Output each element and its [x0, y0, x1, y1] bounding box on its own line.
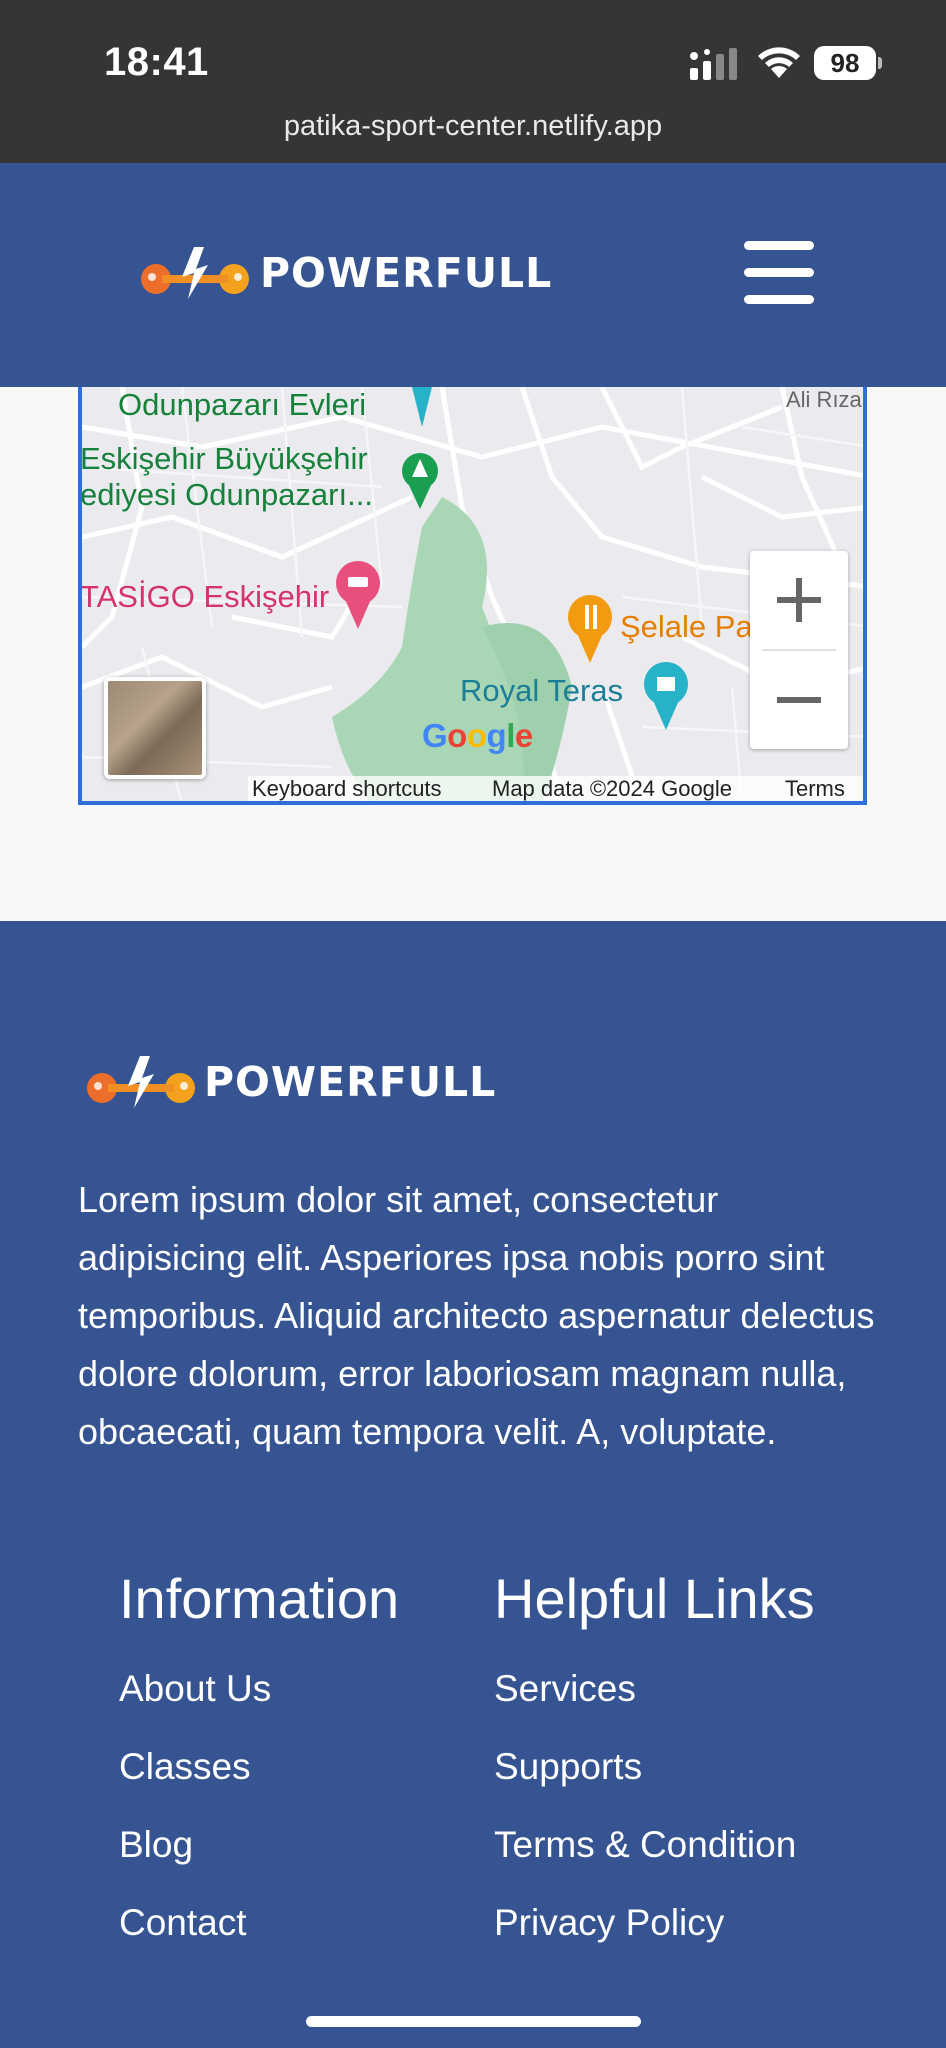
google-logo: Google [422, 717, 533, 754]
home-indicator[interactable] [306, 2016, 641, 2027]
footer-link-about-us[interactable]: About Us [119, 1667, 399, 1745]
footer-link-services[interactable]: Services [494, 1667, 815, 1745]
wifi-icon [758, 47, 800, 78]
site-footer: POWERFULL Lorem ipsum dolor sit amet, co… [0, 921, 946, 2048]
map-embed[interactable]: Odunpazarı Evleri Ali Rıza Eskişehir Büy… [78, 387, 867, 805]
header-brand-name: POWERFULL [260, 249, 553, 297]
footer-link-privacy[interactable]: Privacy Policy [494, 1901, 815, 1979]
footer-link-contact[interactable]: Contact [119, 1901, 399, 1979]
footer-logo[interactable]: POWERFULL [82, 1052, 496, 1112]
map-label-buyuksehir-1: Eskişehir Büyükşehir [80, 441, 368, 476]
footer-helpful-links-column: Helpful Links Services Supports Terms & … [494, 1571, 815, 1979]
map-label-ali-riza: Ali Rıza [786, 387, 862, 412]
logo-mark-icon [141, 247, 249, 299]
map-attribution: Keyboard shortcuts Map data ©2024 Google… [248, 776, 863, 801]
footer-link-classes[interactable]: Classes [119, 1745, 399, 1823]
helpful-links-heading: Helpful Links [494, 1567, 815, 1630]
satellite-toggle[interactable] [104, 677, 206, 779]
footer-logo-mark-icon [87, 1056, 195, 1108]
status-time: 18:41 [104, 40, 209, 84]
keyboard-shortcuts-link[interactable]: Keyboard shortcuts [252, 776, 442, 801]
zoom-in-button[interactable] [750, 551, 848, 649]
map-label-buyuksehir-2: ediyesi Odunpazarı... [80, 477, 373, 512]
map-label-royal-teras: Royal Teras [460, 673, 624, 708]
map-data-text: Map data ©2024 Google [492, 776, 733, 801]
footer-link-blog[interactable]: Blog [119, 1823, 399, 1901]
map-label-tasigo: TASİGO Eskişehir [80, 579, 330, 614]
cellular-signal-icon [690, 48, 737, 80]
terms-link[interactable]: Terms [785, 776, 845, 801]
footer-link-supports[interactable]: Supports [494, 1745, 815, 1823]
map-label-odunpazari-evleri: Odunpazarı Evleri [118, 387, 367, 422]
information-heading: Information [119, 1567, 400, 1630]
footer-brand-name: POWERFULL [204, 1058, 497, 1106]
menu-icon[interactable] [744, 241, 814, 305]
battery-icon: 98 [814, 46, 882, 80]
map-zoom-control [750, 551, 848, 749]
url-bar[interactable]: patika-sport-center.netlify.app [0, 110, 946, 143]
footer-about-text: Lorem ipsum dolor sit amet, consectetur … [78, 1179, 875, 1452]
footer-information-column: Information About Us Classes Blog Contac… [119, 1571, 399, 1979]
header-logo[interactable]: POWERFULL [136, 243, 552, 303]
map-label-selale: Şelale Pa [620, 609, 753, 644]
footer-link-terms[interactable]: Terms & Condition [494, 1823, 815, 1901]
battery-level: 98 [814, 46, 876, 80]
status-bar: 18:41 98 patika-sport-center.netlify.app [0, 0, 946, 163]
zoom-out-button[interactable] [750, 651, 848, 749]
